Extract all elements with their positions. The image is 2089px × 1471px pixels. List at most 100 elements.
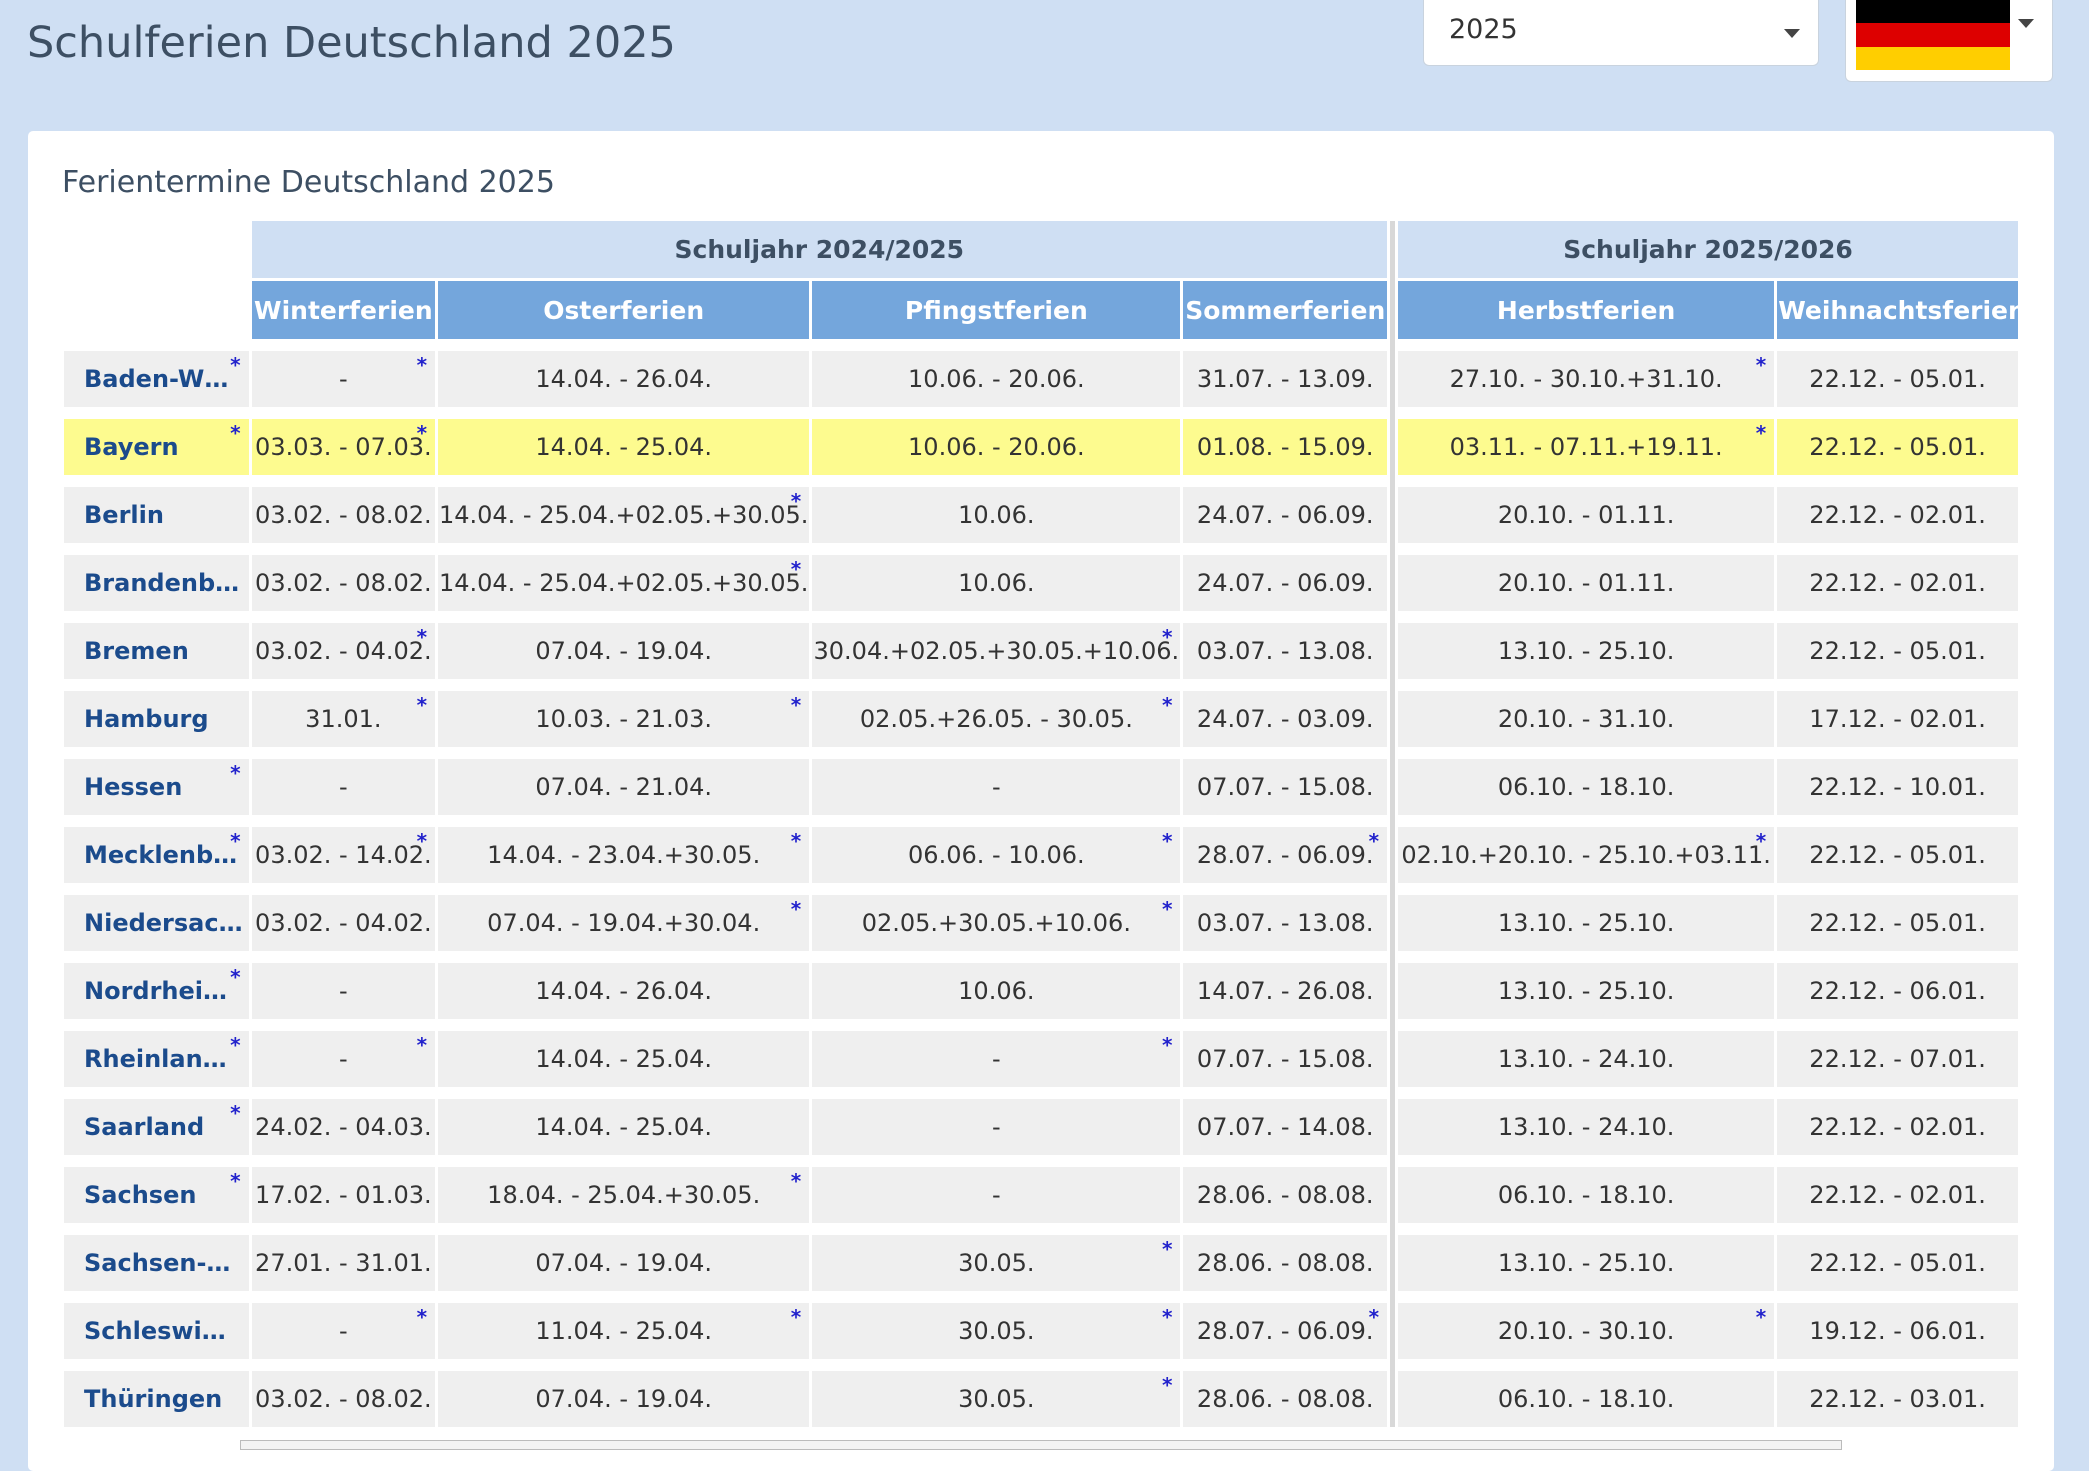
footnote-star-icon[interactable]: * — [1756, 421, 1766, 445]
date-range: 03.02. - 04.02. — [255, 909, 432, 937]
state-link[interactable]: Saarland — [84, 1113, 204, 1141]
footnote-star-icon[interactable]: * — [1162, 1033, 1172, 1057]
date-cell: 31.07. - 13.09. — [1183, 351, 1388, 407]
footnote-star-icon[interactable]: * — [791, 489, 801, 513]
footnote-star-icon[interactable]: * — [791, 1169, 801, 1193]
footnote-star-icon[interactable]: * — [230, 965, 240, 989]
footnote-star-icon[interactable]: * — [1162, 829, 1172, 853]
date-range: 03.02. - 08.02. — [255, 569, 432, 597]
date-range: 24.07. - 06.09. — [1196, 569, 1374, 597]
footnote-star-icon[interactable]: * — [1756, 1305, 1766, 1329]
date-cell: 02.05.+30.05.+10.06. * — [812, 895, 1181, 951]
date-cell: 18.04. - 25.04.+30.05. * — [438, 1167, 810, 1223]
date-cell: 22.12. - 10.01. — [1777, 759, 2018, 815]
footnote-star-icon[interactable]: * — [1162, 1373, 1172, 1397]
footnote-star-icon[interactable]: * — [791, 829, 801, 853]
date-cell: 28.06. - 08.08. — [1183, 1235, 1388, 1291]
date-cell: 03.02. - 08.02. — [251, 555, 436, 611]
date-cell: 22.12. - 03.01. — [1777, 1371, 2018, 1427]
footnote-star-icon[interactable]: * — [230, 1033, 240, 1057]
date-range: 17.12. - 02.01. — [1809, 705, 1986, 733]
footnote-star-icon[interactable]: * — [417, 829, 427, 853]
footnote-star-icon[interactable]: * — [791, 1305, 801, 1329]
footnote-star-icon[interactable]: * — [230, 353, 240, 377]
date-range: 14.04. - 25.04.+02.05.+30.05. — [438, 501, 809, 529]
date-cell: 14.04. - 25.04. — [438, 1099, 810, 1155]
footnote-star-icon[interactable]: * — [230, 1169, 240, 1193]
date-range: 13.10. - 25.10. — [1497, 977, 1675, 1005]
date-cell: 03.02. - 08.02. — [251, 1371, 436, 1427]
year-select-value: 2025 — [1449, 14, 1518, 45]
horizontal-scrollbar[interactable] — [240, 1440, 1842, 1450]
date-cell: 10.06. - 20.06. — [812, 419, 1181, 475]
date-cell: 31.01. * — [251, 691, 436, 747]
date-cell: 03.02. - 14.02. * — [251, 827, 436, 883]
footnote-star-icon[interactable]: * — [791, 897, 801, 921]
date-cell: 07.04. - 21.04. — [438, 759, 810, 815]
state-cell: Niedersac… — [64, 895, 249, 951]
state-link[interactable]: Nordrhei… — [84, 977, 227, 1005]
state-link[interactable]: Brandenb… — [84, 569, 239, 597]
footnote-star-icon[interactable]: * — [230, 1101, 240, 1125]
state-link[interactable]: Niedersac… — [84, 909, 243, 937]
state-link[interactable]: Rheinlan… — [84, 1045, 227, 1073]
date-cell: 10.06. — [812, 963, 1181, 1019]
footnote-star-icon[interactable]: * — [1162, 625, 1172, 649]
footnote-star-icon[interactable]: * — [791, 557, 801, 581]
footnote-star-icon[interactable]: * — [1369, 1305, 1379, 1329]
state-link[interactable]: Berlin — [84, 501, 164, 529]
footnote-star-icon[interactable]: * — [417, 353, 427, 377]
state-link[interactable]: Bayern — [84, 433, 179, 461]
date-range: 02.05.+26.05. - 30.05. — [859, 705, 1133, 733]
state-link[interactable]: Hamburg — [84, 705, 209, 733]
state-link[interactable]: Sachsen — [84, 1181, 196, 1209]
date-range: 22.12. - 02.01. — [1809, 501, 1986, 529]
school-year-header: Schuljahr 2025/2026 — [1398, 221, 2018, 278]
date-cell: 13.10. - 25.10. — [1398, 623, 1775, 679]
date-range: 22.12. - 05.01. — [1809, 841, 1986, 869]
date-range: 22.12. - 05.01. — [1809, 1249, 1986, 1277]
footnote-star-icon[interactable]: * — [1162, 897, 1172, 921]
chevron-down-icon — [1784, 29, 1800, 38]
state-cell: Brandenb… — [64, 555, 249, 611]
date-cell: 24.07. - 06.09. — [1183, 487, 1388, 543]
date-range: 03.07. - 13.08. — [1196, 909, 1374, 937]
date-cell: 22.12. - 05.01. — [1777, 419, 2018, 475]
footnote-star-icon[interactable]: * — [1162, 1305, 1172, 1329]
footnote-star-icon[interactable]: * — [1369, 829, 1379, 853]
footnote-star-icon[interactable]: * — [417, 1033, 427, 1057]
state-link[interactable]: Baden-W… — [84, 365, 228, 393]
date-range: 13.10. - 24.10. — [1497, 1113, 1675, 1141]
date-range: 22.12. - 02.01. — [1809, 569, 1986, 597]
state-link[interactable]: Schleswi… — [84, 1317, 226, 1345]
footnote-star-icon[interactable]: * — [230, 421, 240, 445]
year-select[interactable]: 2025 — [1423, 0, 1819, 66]
footnote-star-icon[interactable]: * — [1756, 829, 1766, 853]
date-cell: 10.03. - 21.03. * — [438, 691, 810, 747]
state-link[interactable]: Thüringen — [84, 1385, 222, 1413]
date-range: 24.07. - 06.09. — [1196, 501, 1374, 529]
footnote-star-icon[interactable]: * — [417, 1305, 427, 1329]
footnote-star-icon[interactable]: * — [791, 693, 801, 717]
date-cell: - * — [812, 1031, 1181, 1087]
footnote-star-icon[interactable]: * — [230, 761, 240, 785]
date-range: 24.07. - 03.09. — [1196, 705, 1374, 733]
footnote-star-icon[interactable]: * — [417, 693, 427, 717]
footnote-star-icon[interactable]: * — [1162, 693, 1172, 717]
state-link[interactable]: Sachsen-… — [84, 1249, 230, 1277]
state-link[interactable]: Bremen — [84, 637, 189, 665]
state-link[interactable]: Hessen — [84, 773, 182, 801]
state-link[interactable]: Mecklenb… — [84, 841, 237, 869]
date-cell: 02.05.+26.05. - 30.05. * — [812, 691, 1181, 747]
footnote-star-icon[interactable]: * — [417, 625, 427, 649]
date-cell: 07.07. - 15.08. — [1183, 759, 1388, 815]
footnote-star-icon[interactable]: * — [230, 829, 240, 853]
country-select[interactable] — [1845, 0, 2053, 82]
footnote-star-icon[interactable]: * — [417, 421, 427, 445]
date-range: 14.04. - 26.04. — [535, 977, 712, 1005]
date-range: 03.02. - 14.02. — [255, 841, 432, 869]
date-range: 19.12. - 06.01. — [1809, 1317, 1986, 1345]
column-header: Weihnachtsferien — [1777, 278, 2026, 339]
footnote-star-icon[interactable]: * — [1162, 1237, 1172, 1261]
footnote-star-icon[interactable]: * — [1756, 353, 1766, 377]
